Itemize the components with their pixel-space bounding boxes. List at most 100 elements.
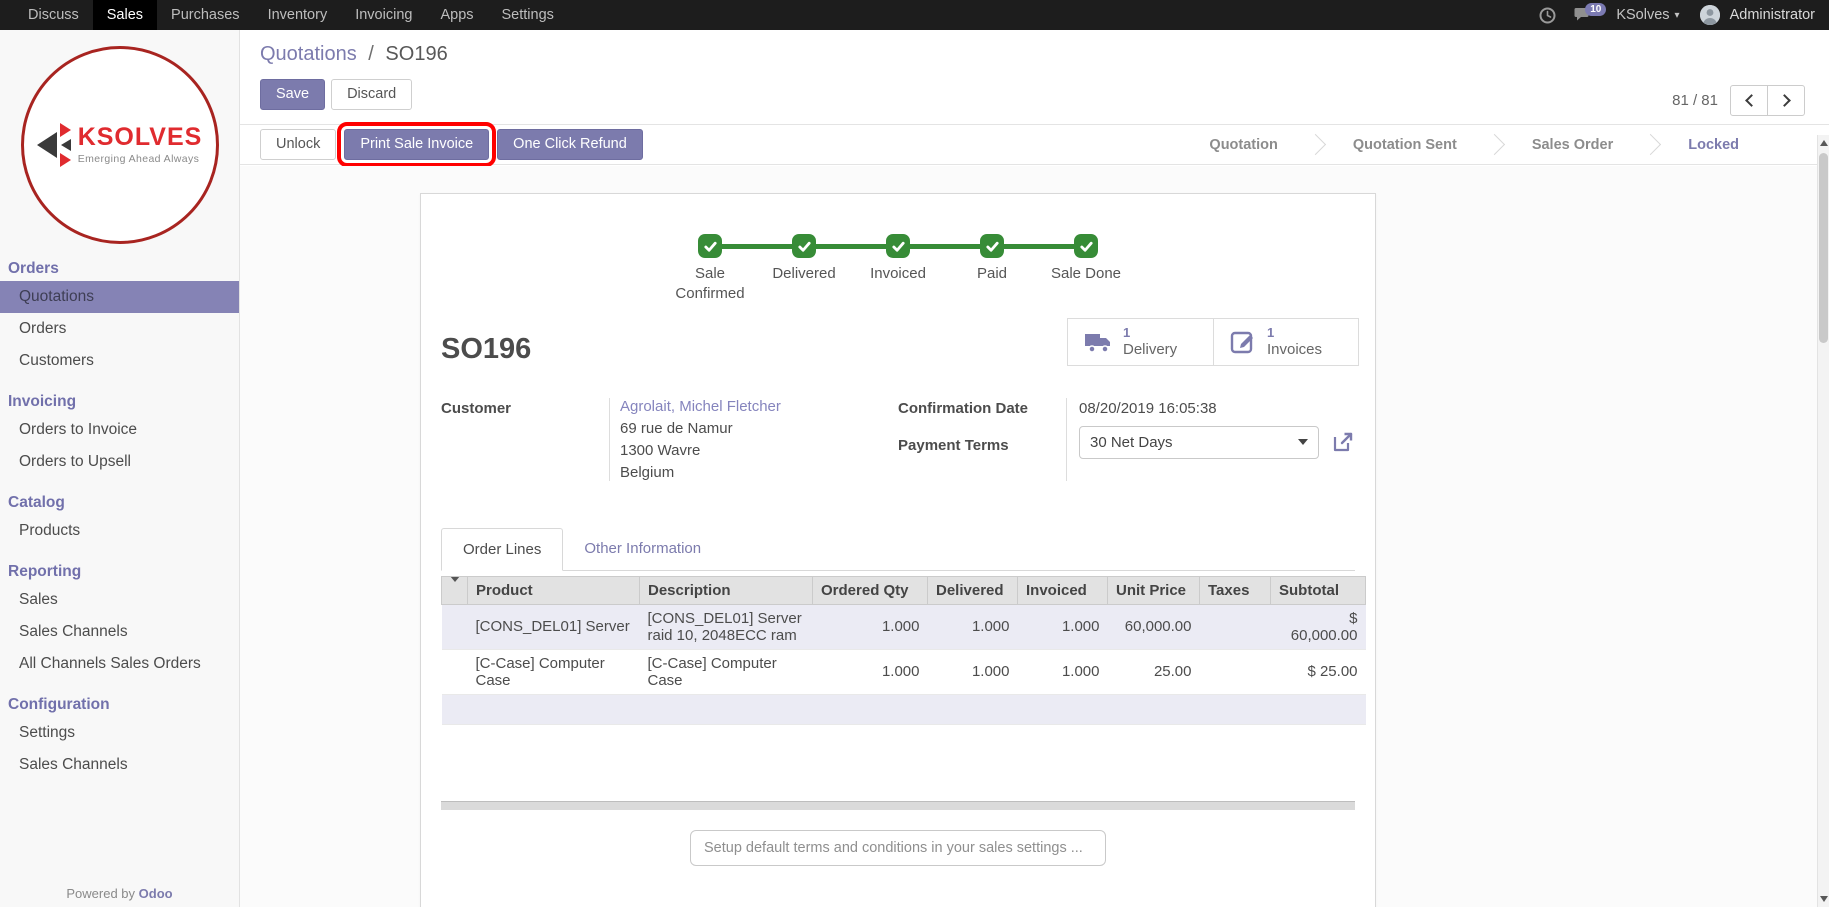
- state-quotation[interactable]: Quotation: [1179, 137, 1307, 153]
- state-locked[interactable]: Locked: [1658, 137, 1769, 153]
- nav-sales[interactable]: Sales: [93, 0, 157, 30]
- toggle-column-header[interactable]: [442, 576, 468, 604]
- sidebar-item-orders[interactable]: Orders: [0, 313, 239, 345]
- payment-terms-select[interactable]: 30 Net Days: [1079, 426, 1319, 459]
- tab-order-lines[interactable]: Order Lines: [441, 528, 563, 571]
- scroll-up-arrow-icon[interactable]: [1820, 140, 1828, 146]
- order-line-row[interactable]: [CONS_DEL01] Server [CONS_DEL01] Server …: [442, 604, 1366, 649]
- customer-country: Belgium: [620, 464, 898, 481]
- section-title-configuration: Configuration: [8, 696, 239, 714]
- discard-button[interactable]: Discard: [331, 79, 412, 110]
- column-delivered[interactable]: Delivered: [928, 576, 1018, 604]
- delivery-smart-button[interactable]: 1 Delivery: [1068, 319, 1213, 365]
- user-menu[interactable]: Administrator: [1730, 7, 1815, 23]
- one-click-refund-button[interactable]: One Click Refund: [497, 129, 643, 160]
- messages-count-badge: 10: [1585, 3, 1606, 16]
- sidebar-item-sales-report[interactable]: Sales: [0, 584, 239, 616]
- topbar-right: 10 KSolves ▾ Administrator: [1539, 0, 1829, 30]
- nav-apps[interactable]: Apps: [426, 0, 487, 30]
- odoo-brand-link[interactable]: Odoo: [139, 886, 173, 901]
- cell-subtotal[interactable]: $ 60,000.00: [1271, 604, 1366, 649]
- cell-subtotal[interactable]: $ 25.00: [1271, 649, 1366, 694]
- state-sales-order[interactable]: Sales Order: [1502, 137, 1643, 153]
- nav-discuss[interactable]: Discuss: [14, 0, 93, 30]
- activities-clock-icon[interactable]: [1539, 7, 1556, 24]
- empty-line-row[interactable]: [442, 694, 1366, 724]
- cell-delivered[interactable]: 1.000: [928, 649, 1018, 694]
- sale-order-sheet: Sale Confirmed Delivered Invoiced Paid: [420, 193, 1376, 907]
- company-switcher[interactable]: KSolves ▾: [1616, 7, 1679, 23]
- vertical-scrollbar[interactable]: [1817, 135, 1829, 907]
- sidebar-item-all-channels-sales-orders[interactable]: All Channels Sales Orders: [0, 648, 239, 680]
- unlock-button[interactable]: Unlock: [260, 129, 336, 160]
- nav-inventory[interactable]: Inventory: [254, 0, 342, 30]
- tracker-step-sale-confirmed: Sale Confirmed: [663, 234, 757, 305]
- ksolves-logo-mark-icon: [37, 123, 71, 167]
- column-ordered-qty[interactable]: Ordered Qty: [813, 576, 928, 604]
- sidebar-item-quotations[interactable]: Quotations: [0, 281, 239, 313]
- sidebar-item-sales-channels-config[interactable]: Sales Channels: [0, 749, 239, 781]
- invoices-label: Invoices: [1267, 341, 1322, 358]
- cell-description[interactable]: [CONS_DEL01] Server raid 10, 2048ECC ram: [640, 604, 813, 649]
- cell-description[interactable]: [C-Case] Computer Case: [640, 649, 813, 694]
- nav-purchases[interactable]: Purchases: [157, 0, 254, 30]
- cell-unit-price[interactable]: 60,000.00: [1108, 604, 1200, 649]
- sidebar-item-sales-channels-report[interactable]: Sales Channels: [0, 616, 239, 648]
- cell-product[interactable]: [CONS_DEL01] Server: [468, 604, 640, 649]
- cell-ordered-qty[interactable]: 1.000: [813, 649, 928, 694]
- field-groups: Customer Agrolait, Michel Fletcher 69 ru…: [441, 398, 1355, 481]
- cell-unit-price[interactable]: 25.00: [1108, 649, 1200, 694]
- messages-icon[interactable]: 10: [1574, 7, 1592, 23]
- pager-next-button[interactable]: [1767, 85, 1805, 116]
- statusbar: Unlock Print Sale Invoice One Click Refu…: [240, 124, 1829, 165]
- terms-and-conditions-input[interactable]: [690, 830, 1106, 866]
- sidebar-item-orders-to-invoice[interactable]: Orders to Invoice: [0, 414, 239, 446]
- print-sale-invoice-button[interactable]: Print Sale Invoice: [344, 129, 489, 160]
- powered-by-odoo: Powered by Odoo: [0, 886, 239, 901]
- nav-settings[interactable]: Settings: [488, 0, 568, 30]
- state-quotation-sent[interactable]: Quotation Sent: [1323, 137, 1487, 153]
- tracker-step-delivered: Delivered: [757, 234, 851, 305]
- cell-invoiced[interactable]: 1.000: [1018, 649, 1108, 694]
- tracker-step-paid: Paid: [945, 234, 1039, 305]
- status-steps: Quotation Quotation Sent Sales Order Loc…: [1179, 137, 1769, 153]
- cell-product[interactable]: [C-Case] Computer Case: [468, 649, 640, 694]
- scrollbar-thumb[interactable]: [1819, 153, 1828, 343]
- order-line-row[interactable]: [C-Case] Computer Case [C-Case] Computer…: [442, 649, 1366, 694]
- sidebar-item-settings[interactable]: Settings: [0, 717, 239, 749]
- control-panel: Quotations / SO196 Save Discard 81 / 81: [240, 30, 1829, 110]
- pager-value: 81 / 81: [1672, 92, 1718, 109]
- column-description[interactable]: Description: [640, 576, 813, 604]
- confirmation-date-value: 08/20/2019 16:05:38: [1079, 398, 1354, 419]
- cell-delivered[interactable]: 1.000: [928, 604, 1018, 649]
- column-taxes[interactable]: Taxes: [1200, 576, 1271, 604]
- scroll-down-arrow-icon[interactable]: [1820, 896, 1828, 902]
- sidebar-item-orders-to-upsell[interactable]: Orders to Upsell: [0, 446, 239, 478]
- check-icon: [980, 234, 1004, 258]
- column-unit-price[interactable]: Unit Price: [1108, 576, 1200, 604]
- cell-ordered-qty[interactable]: 1.000: [813, 604, 928, 649]
- pager-previous-button[interactable]: [1730, 85, 1768, 116]
- sidebar-item-customers[interactable]: Customers: [0, 345, 239, 377]
- tab-other-information[interactable]: Other Information: [563, 528, 722, 571]
- breadcrumb-quotations-link[interactable]: Quotations: [260, 43, 357, 65]
- sidebar-item-products[interactable]: Products: [0, 515, 239, 547]
- save-button[interactable]: Save: [260, 79, 325, 110]
- chevron-down-icon: ▾: [1675, 10, 1680, 21]
- invoices-count: 1: [1267, 326, 1322, 341]
- cell-taxes[interactable]: [1200, 649, 1271, 694]
- cell-taxes[interactable]: [1200, 604, 1271, 649]
- logo-brand-text: KSOLVES: [78, 125, 203, 150]
- customer-name-link[interactable]: Agrolait, Michel Fletcher: [620, 398, 898, 415]
- external-link-icon[interactable]: [1332, 431, 1354, 453]
- nav-invoicing[interactable]: Invoicing: [341, 0, 426, 30]
- chevron-left-icon: [1745, 94, 1758, 107]
- record-pager: 81 / 81: [1672, 85, 1805, 116]
- column-product[interactable]: Product: [468, 576, 640, 604]
- invoices-smart-button[interactable]: 1 Invoices: [1213, 319, 1358, 365]
- column-subtotal[interactable]: Subtotal: [1271, 576, 1366, 604]
- horizontal-scrollbar[interactable]: [441, 801, 1355, 810]
- column-invoiced[interactable]: Invoiced: [1018, 576, 1108, 604]
- user-avatar[interactable]: [1700, 5, 1720, 25]
- cell-invoiced[interactable]: 1.000: [1018, 604, 1108, 649]
